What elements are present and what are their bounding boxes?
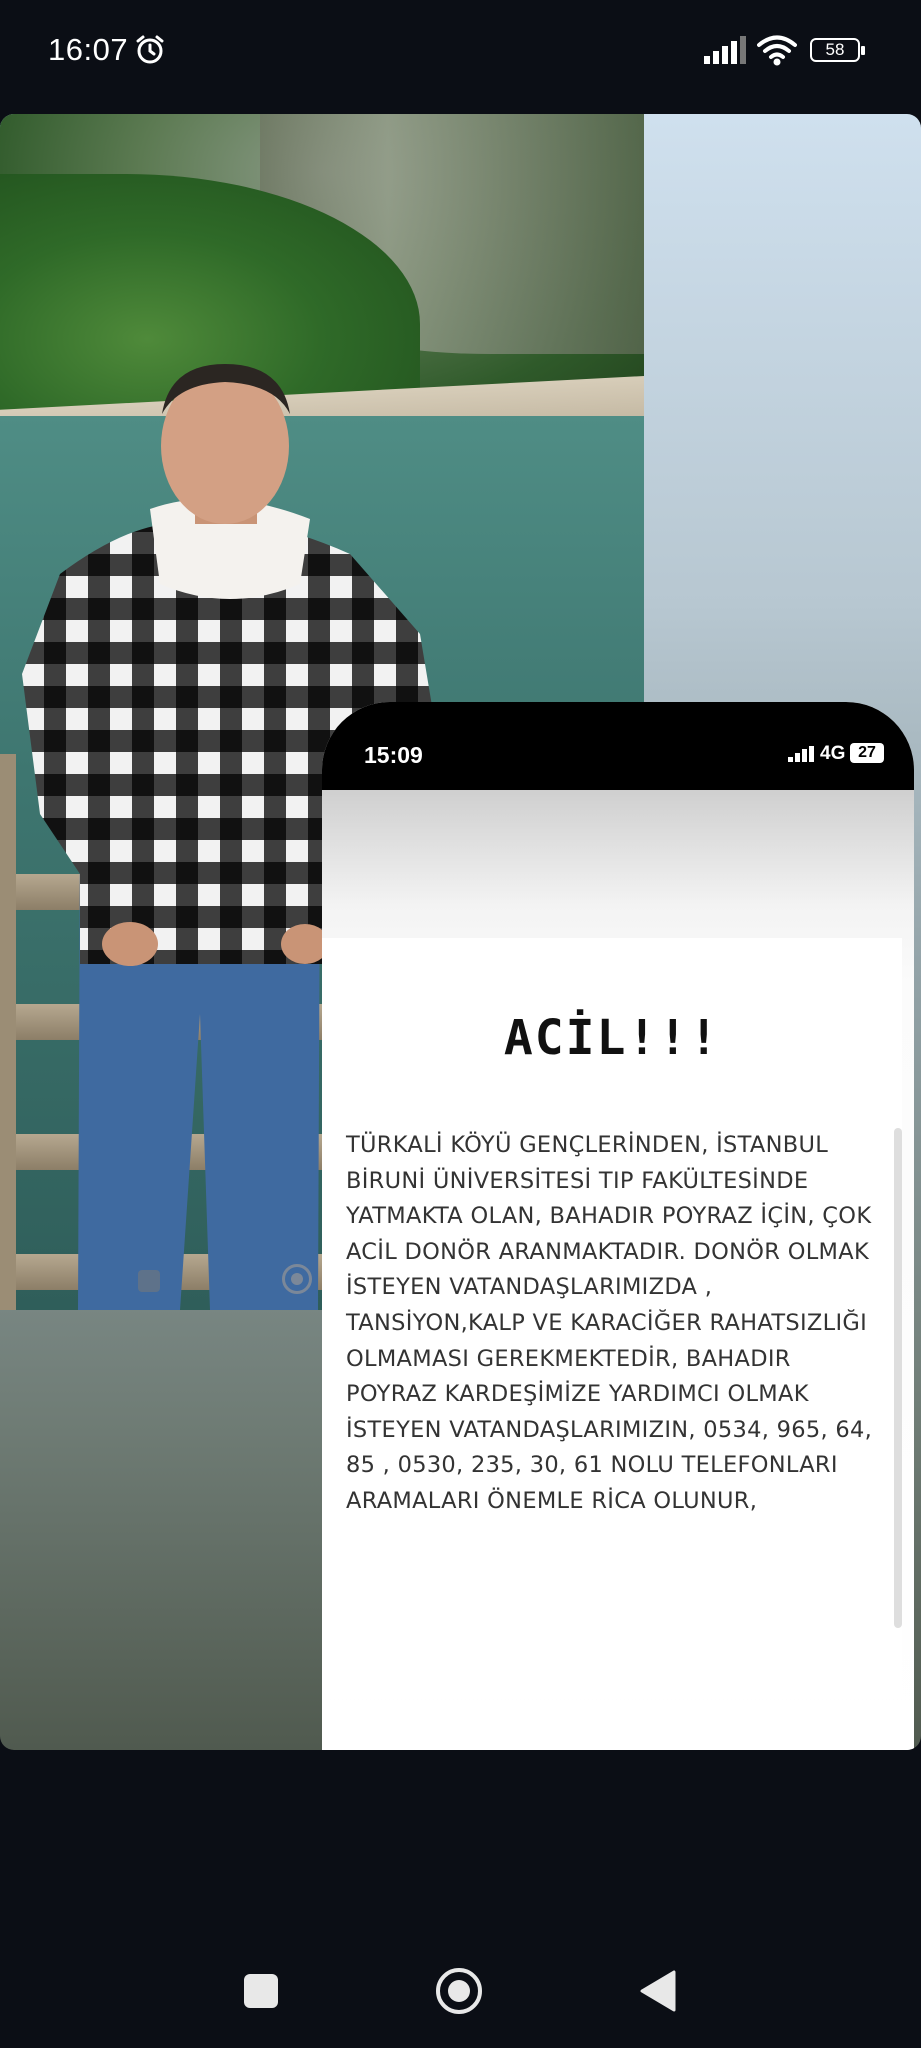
status-bar: 16:07 58 bbox=[0, 0, 921, 104]
navigation-bar bbox=[0, 1940, 921, 2048]
inset-signal-bars-icon bbox=[788, 746, 814, 762]
signal-bars-icon bbox=[704, 36, 746, 64]
post-image[interactable]: 15:09 4G 27 ACİL!!! TÜRKALİ KÖYÜ GENÇLER… bbox=[0, 114, 921, 1750]
inset-status-bar: 15:09 4G 27 bbox=[322, 702, 914, 790]
inset-post-title: ACİL!!! bbox=[503, 1010, 721, 1066]
triangle-back-icon[interactable] bbox=[640, 1970, 676, 2012]
inset-network-label: 4G bbox=[820, 743, 846, 764]
inset-post-body: ACİL!!! TÜRKALİ KÖYÜ GENÇLERİNDEN, İSTAN… bbox=[322, 790, 914, 1750]
inset-post-message: TÜRKALİ KÖYÜ GENÇLERİNDEN, İSTANBUL BİRU… bbox=[346, 1132, 873, 1514]
circle-home-icon[interactable] bbox=[436, 1968, 482, 2014]
square-recents-icon[interactable] bbox=[244, 1974, 278, 2008]
inset-battery: 27 bbox=[850, 743, 884, 763]
battery-indicator: 58 bbox=[810, 38, 865, 62]
battery-level: 58 bbox=[825, 40, 845, 59]
alarm-clock-icon bbox=[136, 35, 164, 64]
photo-watermark-circle bbox=[282, 1264, 312, 1294]
photo-watermark-square bbox=[138, 1270, 160, 1292]
inset-status-time: 15:09 bbox=[364, 742, 423, 768]
embedded-screenshot: 15:09 4G 27 ACİL!!! TÜRKALİ KÖYÜ GENÇLER… bbox=[322, 702, 914, 1750]
inset-scrollbar bbox=[894, 1128, 902, 1628]
wifi-icon bbox=[757, 35, 797, 66]
status-time: 16:07 bbox=[48, 32, 129, 67]
